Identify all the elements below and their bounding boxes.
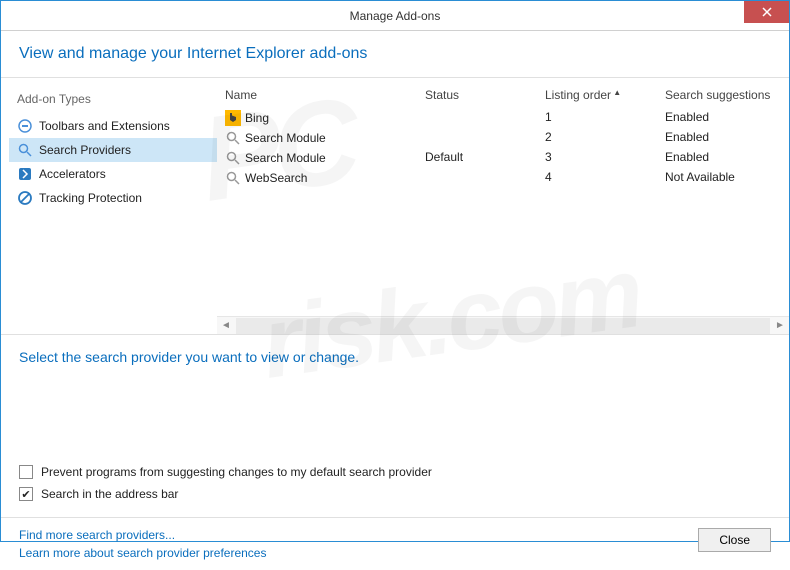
search-address-bar-checkbox[interactable]: ✔ <box>19 487 33 501</box>
scroll-left-arrow[interactable]: ◄ <box>217 317 235 335</box>
toolbars-icon <box>17 118 33 134</box>
col-header-name[interactable]: Name <box>225 88 425 102</box>
provider-name: Bing <box>245 111 269 125</box>
window-close-button[interactable] <box>744 1 789 23</box>
prevent-changes-label: Prevent programs from suggesting changes… <box>41 465 432 479</box>
tracking-protection-icon <box>17 190 33 206</box>
search-address-bar-label: Search in the address bar <box>41 487 178 501</box>
provider-order: 1 <box>545 110 665 126</box>
col-header-suggestions[interactable]: Search suggestions <box>665 88 789 102</box>
table-row[interactable]: Search Module Default 3 Enabled <box>217 148 789 168</box>
footer-links: Find more search providers... Learn more… <box>19 528 266 560</box>
provider-order: 2 <box>545 130 665 146</box>
search-provider-icon <box>225 130 241 146</box>
provider-order: 4 <box>545 170 665 186</box>
scroll-right-arrow[interactable]: ► <box>771 317 789 335</box>
col-header-status[interactable]: Status <box>425 88 545 102</box>
sidebar: Add-on Types Toolbars and Extensions Sea… <box>1 78 217 334</box>
sidebar-item-label: Search Providers <box>39 143 131 157</box>
provider-status <box>425 130 545 146</box>
accelerators-icon <box>17 166 33 182</box>
table-row[interactable]: Bing 1 Enabled <box>217 108 789 128</box>
provider-status <box>425 170 545 186</box>
search-icon <box>17 142 33 158</box>
provider-suggestions: Enabled <box>665 150 789 166</box>
content-area: Add-on Types Toolbars and Extensions Sea… <box>1 78 789 334</box>
close-button[interactable]: Close <box>698 528 771 552</box>
table-body: Bing 1 Enabled Search Module 2 Enabled S… <box>217 108 789 316</box>
search-provider-icon <box>225 150 241 166</box>
page-title: View and manage your Internet Explorer a… <box>19 45 367 62</box>
scroll-track[interactable] <box>236 318 770 334</box>
prevent-changes-row: Prevent programs from suggesting changes… <box>19 465 771 479</box>
table-header-row: Name Status Listing order ▲ Search sugge… <box>217 78 789 108</box>
bing-icon <box>225 110 241 126</box>
search-address-bar-row: ✔ Search in the address bar <box>19 487 771 501</box>
table-row[interactable]: Search Module 2 Enabled <box>217 128 789 148</box>
close-icon <box>762 7 772 17</box>
col-header-order[interactable]: Listing order ▲ <box>545 88 665 102</box>
sort-asc-icon: ▲ <box>611 88 621 97</box>
sidebar-item-label: Accelerators <box>39 167 106 181</box>
search-provider-icon <box>225 170 241 186</box>
providers-table: Name Status Listing order ▲ Search sugge… <box>217 78 789 334</box>
sidebar-item-accelerators[interactable]: Accelerators <box>9 162 217 186</box>
provider-suggestions: Not Available <box>665 170 789 186</box>
manage-addons-window: PC risk.com Manage Add-ons View and mana… <box>0 0 790 542</box>
sidebar-item-tracking-protection[interactable]: Tracking Protection <box>9 186 217 210</box>
provider-order: 3 <box>545 150 665 166</box>
sidebar-item-label: Tracking Protection <box>39 191 142 205</box>
titlebar: Manage Add-ons <box>1 1 789 31</box>
sidebar-item-search-providers[interactable]: Search Providers <box>9 138 217 162</box>
window-title: Manage Add-ons <box>350 9 441 23</box>
provider-name: WebSearch <box>245 171 307 185</box>
sidebar-item-label: Toolbars and Extensions <box>39 119 170 133</box>
provider-name: Search Module <box>245 131 326 145</box>
provider-suggestions: Enabled <box>665 110 789 126</box>
table-row[interactable]: WebSearch 4 Not Available <box>217 168 789 188</box>
provider-status: Default <box>425 150 545 166</box>
learn-more-link[interactable]: Learn more about search provider prefere… <box>19 546 266 560</box>
detail-title: Select the search provider you want to v… <box>19 349 771 365</box>
prevent-changes-checkbox[interactable] <box>19 465 33 479</box>
provider-name: Search Module <box>245 151 326 165</box>
sidebar-item-toolbars[interactable]: Toolbars and Extensions <box>9 114 217 138</box>
detail-panel: Select the search provider you want to v… <box>1 334 789 517</box>
horizontal-scrollbar[interactable]: ◄ ► <box>217 316 789 334</box>
footer: Find more search providers... Learn more… <box>1 517 789 570</box>
provider-suggestions: Enabled <box>665 130 789 146</box>
find-more-link[interactable]: Find more search providers... <box>19 528 266 542</box>
sidebar-title: Add-on Types <box>9 88 217 114</box>
provider-status <box>425 110 545 126</box>
page-header: View and manage your Internet Explorer a… <box>1 31 789 78</box>
